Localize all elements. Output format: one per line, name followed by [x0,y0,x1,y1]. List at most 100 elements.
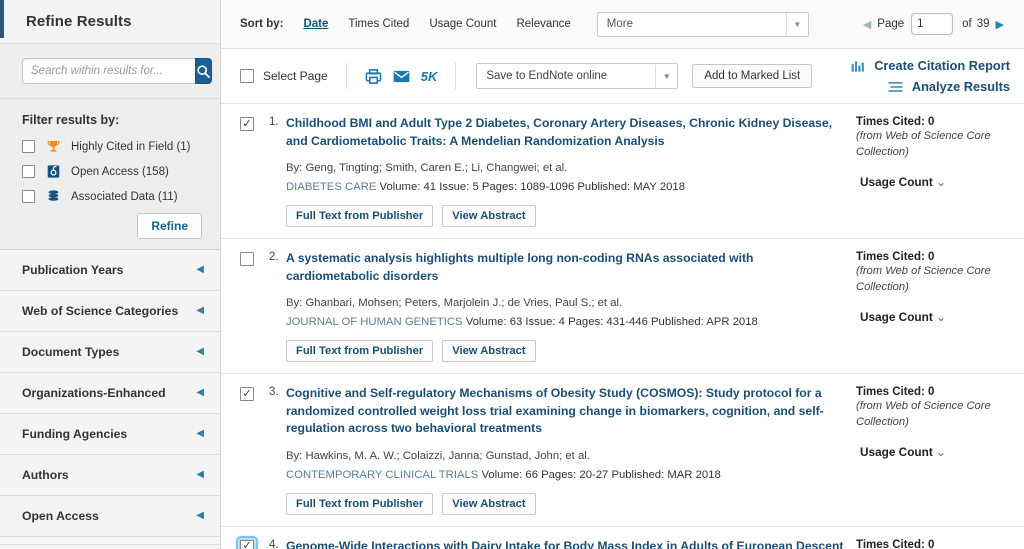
analyze-results-label: Analyze Results [911,79,1010,94]
result-record: ✓ 1. Childhood BMI and Adult Type 2 Diab… [221,103,1024,238]
result-checkbox[interactable]: ✓ [240,117,254,131]
create-citation-report-link[interactable]: Create Citation Report [851,58,1010,73]
filter-row-open-access[interactable]: Open Access (158) [22,163,204,180]
usage-count-toggle[interactable]: Usage Count ⌄ [856,175,1021,189]
chevron-down-icon: ▼ [785,12,808,36]
sort-option-times-cited[interactable]: Times Cited [348,18,409,30]
print-button[interactable] [365,68,382,85]
next-page-button[interactable]: ▶ [990,18,1010,31]
filter-checkbox-open-access[interactable] [22,165,35,178]
chevron-down-icon: ⌄ [936,444,946,459]
sort-more-select[interactable]: More ▼ [596,11,809,37]
times-cited-value: Times Cited: 0 [856,251,935,263]
result-number: 1. [269,116,279,128]
search-within-results-input[interactable] [22,58,195,84]
trophy-icon [45,139,62,154]
usage-count-label: Usage Count [860,174,933,189]
sort-by-label: Sort by: [240,18,284,30]
chevron-left-icon: ◀ [196,305,204,316]
usage-count-toggle[interactable]: Usage Count ⌄ [856,310,1021,324]
sidebar-facet-open-access[interactable]: Open Access ◀ [0,496,220,537]
result-checkbox[interactable]: ✓ [236,535,258,549]
sort-option-relevance[interactable]: Relevance [516,18,570,30]
result-journal-link[interactable]: JOURNAL OF HUMAN GENETICS [286,316,463,328]
chevron-left-icon: ◀ [196,428,204,439]
full-text-from-publisher-button[interactable]: Full Text from Publisher [286,340,434,362]
result-number: 4. [269,538,279,549]
sidebar-facet-partial[interactable] [0,537,220,545]
facet-label: Publication Years [22,263,124,277]
result-journal-link[interactable]: CONTEMPORARY CLINICAL TRIALS [286,469,478,481]
view-abstract-button[interactable]: View Abstract [442,492,536,515]
result-title-link[interactable]: Cognitive and Self-regulatory Mechanisms… [286,385,846,438]
usage-count-toggle[interactable]: Usage Count ⌄ [856,445,1021,459]
analyze-results-link[interactable]: Analyze Results [888,79,1010,94]
filter-row-associated-data[interactable]: Associated Data (11) [22,188,204,205]
result-record: 2. A systematic analysis highlights mult… [221,238,1024,373]
result-title-link[interactable]: A systematic analysis highlights multipl… [286,250,846,285]
sidebar-facet-funding-agencies[interactable]: Funding Agencies ◀ [0,414,220,455]
save-to-endnote-select[interactable]: Save to EndNote online ▼ [476,63,679,89]
email-icon [393,70,410,82]
sort-option-usage-count[interactable]: Usage Count [429,18,496,30]
email-button[interactable] [393,70,410,83]
page-of-label: of [962,18,972,30]
previous-page-button[interactable]: ◀ [857,18,877,31]
sidebar-facet-organizations-enhanced[interactable]: Organizations-Enhanced ◀ [0,373,220,414]
chevron-down-icon: ⌄ [936,174,946,189]
refine-results-header: Refine Results [0,0,220,44]
result-journal-link[interactable]: DIABETES CARE [286,181,376,193]
result-title-link[interactable]: Childhood BMI and Adult Type 2 Diabetes,… [286,115,846,150]
sidebar-facet-publication-years[interactable]: Publication Years ◀ [0,250,220,291]
create-citation-report-label: Create Citation Report [874,58,1010,73]
results-action-toolbar: Select Page 5K Save to EndNote online ▼ … [221,49,1024,103]
filter-checkbox-associated-data[interactable] [22,190,35,203]
analysis-links-group: Create Citation Report Analyze Results [851,58,1010,94]
checkmark-icon: ✓ [242,387,252,400]
result-checkbox[interactable]: ✓ [240,387,254,401]
facet-label: Open Access [22,509,99,523]
chevron-down-icon: ⌄ [936,309,946,324]
select-page-checkbox[interactable] [240,69,254,83]
refine-button[interactable]: Refine [137,213,202,239]
result-number: 3. [269,386,279,398]
full-text-from-publisher-button[interactable]: Full Text from Publisher [286,492,434,515]
select-page-label: Select Page [263,69,328,83]
select-page-control[interactable]: Select Page [240,69,328,83]
page-number-input[interactable] [911,13,954,35]
sort-option-date[interactable]: Date [303,18,328,30]
sidebar-accent-bar [0,0,4,38]
chevron-down-icon: ▼ [655,64,677,88]
result-title-link[interactable]: Genome-Wide Interactions with Dairy Inta… [286,538,846,549]
refine-results-title: Refine Results [26,13,132,30]
pagination-control: ◀ Page of 39 ▶ [857,13,1010,35]
search-within-results-block [0,44,220,99]
facet-label: Authors [22,468,69,482]
result-number: 2. [269,251,279,263]
times-cited-source: (from Web of Science Core Collection) [856,400,991,428]
checkmark-icon: ✓ [242,117,252,130]
sort-more-value: More [606,18,633,30]
export-5k-button[interactable]: 5K [421,69,438,84]
sidebar-facet-document-types[interactable]: Document Types ◀ [0,332,220,373]
checkmark-icon: ✓ [242,540,252,549]
facet-label: Funding Agencies [22,427,128,441]
chevron-left-icon: ◀ [196,469,204,480]
view-abstract-button[interactable]: View Abstract [442,340,536,362]
filter-row-highly-cited[interactable]: Highly Cited in Field (1) [22,138,204,155]
view-abstract-button[interactable]: View Abstract [442,205,536,227]
facet-label: Organizations-Enhanced [22,386,166,400]
database-stack-icon [45,189,62,204]
filter-checkbox-highly-cited[interactable] [22,140,35,153]
add-to-marked-list-button[interactable]: Add to Marked List [692,64,813,88]
times-cited-source: (from Web of Science Core Collection) [856,130,991,158]
filter-label-highly-cited: Highly Cited in Field (1) [71,140,191,153]
sidebar-facet-authors[interactable]: Authors ◀ [0,455,220,496]
result-checkbox[interactable] [240,252,254,266]
result-source: DIABETES CARE Volume: 41 Issue: 5 Pages:… [286,180,846,196]
result-authors: By: Hawkins, M. A. W.; Colaizzi, Janna; … [286,450,590,463]
result-source: JOURNAL OF HUMAN GENETICS Volume: 63 Iss… [286,315,846,331]
full-text-from-publisher-button[interactable]: Full Text from Publisher [286,205,434,227]
sidebar-facet-web-of-science-categories[interactable]: Web of Science Categories ◀ [0,291,220,332]
search-submit-button[interactable] [195,58,212,84]
